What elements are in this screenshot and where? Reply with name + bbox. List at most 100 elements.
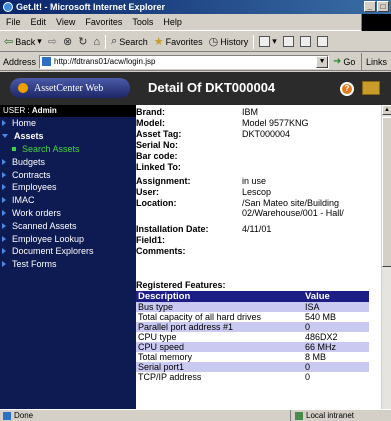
sidebar-item-search-assets[interactable]: Search Assets xyxy=(0,143,136,156)
edit-button[interactable] xyxy=(299,36,312,47)
window-title: Get.It! - Microsoft Internet Explorer xyxy=(16,2,166,12)
address-input[interactable]: http://fdtrans01/acw/login.jsp ▼ xyxy=(39,54,330,69)
collapse-triangle-icon xyxy=(2,134,8,139)
address-bar: Address http://fdtrans01/acw/login.jsp ▼… xyxy=(0,53,391,71)
logo-text: AssetCenter Web xyxy=(34,82,104,94)
logo-swoosh-icon xyxy=(18,83,28,93)
vertical-scrollbar[interactable]: ▲ xyxy=(381,105,391,409)
edit-icon xyxy=(299,36,311,47)
app-header: AssetCenter Web Detail Of DKT000004 ? xyxy=(0,72,391,105)
table-row: TCP/IP address 0 xyxy=(138,372,311,382)
security-zone: Local intranet xyxy=(290,410,354,421)
address-url: http://fdtrans01/acw/login.jsp xyxy=(54,57,156,66)
menu-tools[interactable]: Tools xyxy=(132,17,153,27)
user-prefix: USER : xyxy=(3,106,32,115)
expand-triangle-icon xyxy=(2,209,6,216)
sidebar-item-scanned-assets[interactable]: Scanned Assets xyxy=(0,219,136,232)
stop-icon: ⊗ xyxy=(62,36,73,48)
address-label: Address xyxy=(3,56,37,67)
expand-triangle-icon xyxy=(2,222,6,229)
expand-triangle-icon xyxy=(2,158,6,165)
features-header-row: Description Value xyxy=(136,291,369,302)
menu-bar: File Edit View Favorites Tools Help xyxy=(0,14,391,31)
sidebar-item-employees[interactable]: Employees xyxy=(0,181,136,194)
user-bar: USER : Admin xyxy=(0,105,136,117)
expand-triangle-icon xyxy=(2,197,6,204)
address-dropdown-button[interactable]: ▼ xyxy=(316,55,329,68)
sidebar-item-home[interactable]: Home xyxy=(0,117,136,130)
sidebar-item-contracts[interactable]: Contracts xyxy=(0,168,136,181)
sidebar-item-work-orders[interactable]: Work orders xyxy=(0,207,136,220)
user-name: Admin xyxy=(31,106,57,115)
asset-detail-panel: Brand: IBM Model: Model 9577KNG Asset Tag:… xyxy=(136,105,381,409)
help-icon[interactable]: ? xyxy=(340,82,354,96)
dropdown-icon: ▾ xyxy=(272,36,277,46)
menu-edit[interactable]: Edit xyxy=(31,17,47,27)
refresh-button[interactable]: ↻ xyxy=(77,35,88,48)
window-titlebar: Get.It! - Microsoft Internet Explorer _ … xyxy=(0,0,391,14)
ie-logo-icon xyxy=(3,2,13,12)
discuss-icon xyxy=(316,36,328,47)
sidebar-item-imac[interactable]: IMAC xyxy=(0,194,136,207)
favorites-button[interactable]: ★ Favorites xyxy=(153,35,204,48)
maximize-button[interactable]: □ xyxy=(377,1,389,12)
menu-file[interactable]: File xyxy=(6,17,21,27)
go-button[interactable]: ➜ Go xyxy=(333,56,355,67)
mail-button[interactable]: ▾ xyxy=(258,36,278,47)
stop-button[interactable]: ⊗ xyxy=(62,35,73,48)
forward-button[interactable]: ⇨ xyxy=(47,35,58,48)
expand-triangle-icon xyxy=(2,261,6,268)
back-button[interactable]: ⇦ Back ▾ xyxy=(3,35,43,48)
print-icon xyxy=(282,36,294,47)
page-done-icon xyxy=(3,411,11,420)
menu-favorites[interactable]: Favorites xyxy=(85,17,122,27)
features-table: Description Value Bus type ISA Total capa… xyxy=(136,291,369,382)
expand-triangle-icon xyxy=(2,184,6,191)
folder-icon[interactable] xyxy=(362,81,380,95)
page-title: Detail Of DKT000004 xyxy=(148,80,276,95)
table-row: Total memory 8 MB xyxy=(138,352,327,362)
sidebar-item-document-explorers[interactable]: Document Explorers xyxy=(0,245,136,258)
page-viewport: AssetCenter Web Detail Of DKT000004 ? US… xyxy=(0,72,391,409)
sidebar-item-assets[interactable]: Assets xyxy=(0,130,136,143)
print-button[interactable] xyxy=(282,36,295,47)
features-header-value: Value xyxy=(303,291,369,302)
search-button[interactable]: ⌕ Search xyxy=(110,35,149,48)
scroll-thumb[interactable] xyxy=(382,117,391,267)
page-icon xyxy=(42,57,52,66)
table-row: Parallel port address #1 0 xyxy=(136,322,369,332)
home-icon: ⌂ xyxy=(93,35,101,48)
expand-triangle-icon xyxy=(2,171,6,178)
expand-triangle-icon xyxy=(2,248,6,255)
discuss-button[interactable] xyxy=(316,36,329,47)
search-icon: ⌕ xyxy=(111,35,118,47)
zone-text: Local intranet xyxy=(306,411,355,420)
sidebar-item-test-forms[interactable]: Test Forms xyxy=(0,258,136,271)
menu-view[interactable]: View xyxy=(56,17,75,27)
minimize-button[interactable]: _ xyxy=(364,1,376,12)
menu-help[interactable]: Help xyxy=(163,17,182,27)
table-row: CPU speed 66 MHz xyxy=(136,342,369,352)
intranet-zone-icon xyxy=(295,411,303,420)
home-button[interactable]: ⌂ xyxy=(92,36,101,48)
status-bar: Done Local intranet xyxy=(0,409,391,421)
table-row: Total capacity of all hard drives 540 MB xyxy=(138,312,337,322)
expand-triangle-icon xyxy=(2,235,6,242)
sidebar-nav: Home Assets Search Assets Budgets Contra… xyxy=(0,117,136,409)
assetcenter-logo[interactable]: AssetCenter Web xyxy=(10,78,130,98)
refresh-icon: ↻ xyxy=(78,36,88,48)
scroll-up-button[interactable]: ▲ xyxy=(382,105,391,115)
browser-throbber xyxy=(361,14,391,31)
status-text: Done xyxy=(14,411,34,420)
links-button[interactable]: Links xyxy=(360,53,391,70)
table-row: CPU type 486DX2 xyxy=(138,332,338,342)
table-row: Serial port1 0 xyxy=(136,362,369,372)
sidebar-item-budgets[interactable]: Budgets xyxy=(0,155,136,168)
history-button[interactable]: ◷ History xyxy=(208,35,250,48)
toolbar-separator xyxy=(253,34,255,49)
go-arrow-icon: ➜ xyxy=(333,56,342,67)
dropdown-icon: ▾ xyxy=(37,36,42,46)
expand-triangle-icon xyxy=(2,120,6,127)
sidebar-item-employee-lookup[interactable]: Employee Lookup xyxy=(0,232,136,245)
back-arrow-icon: ⇦ xyxy=(4,36,14,48)
